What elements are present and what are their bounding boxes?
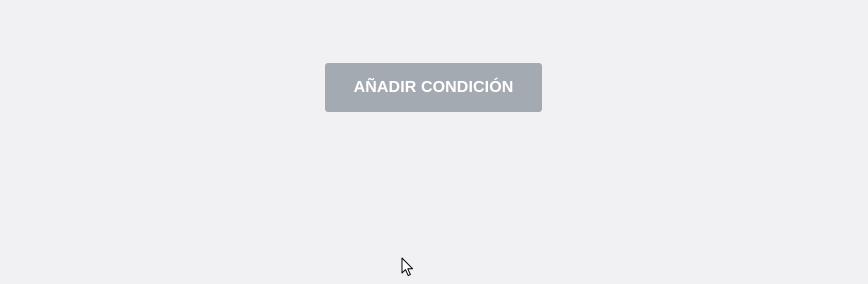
mouse-pointer-icon — [401, 257, 415, 277]
add-condition-button[interactable]: AÑADIR CONDICIÓN — [325, 63, 542, 112]
